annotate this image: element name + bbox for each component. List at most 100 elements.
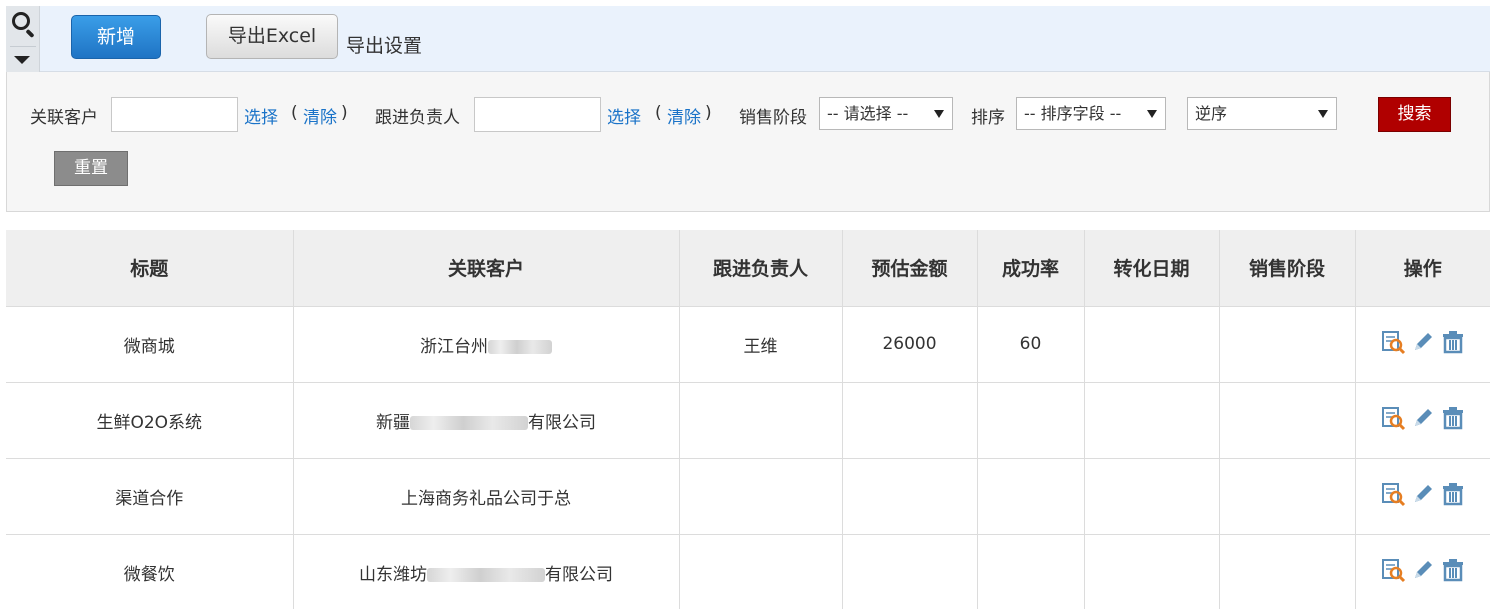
cell-stage bbox=[1219, 382, 1356, 459]
column-header-stage[interactable]: 销售阶段 bbox=[1219, 230, 1356, 307]
redacted-text bbox=[427, 567, 545, 582]
edit-pencil-icon[interactable] bbox=[1410, 557, 1436, 583]
cell-title: 微商城 bbox=[6, 306, 294, 383]
view-detail-icon[interactable] bbox=[1380, 405, 1406, 431]
customer-name-suffix: 有限公司 bbox=[528, 412, 596, 433]
paren-open: ( bbox=[655, 103, 662, 123]
cell-title: 生鲜O2O系统 bbox=[6, 382, 294, 459]
paren-close: ) bbox=[341, 103, 348, 123]
table-row: 微商城 浙江台州 王维 26000 60 bbox=[6, 306, 1490, 383]
cell-actions bbox=[1355, 306, 1490, 383]
cell-actions bbox=[1355, 382, 1490, 459]
customer-select-link[interactable]: 选择 bbox=[244, 103, 278, 128]
column-header-owner[interactable]: 跟进负责人 bbox=[679, 230, 843, 307]
owner-select-link[interactable]: 选择 bbox=[607, 103, 641, 128]
stage-filter-label: 销售阶段 bbox=[739, 108, 807, 128]
dropdown-arrow-icon bbox=[1318, 110, 1328, 118]
dropdown-arrow-icon bbox=[1147, 110, 1157, 118]
column-header-title[interactable]: 标题 bbox=[6, 230, 294, 307]
redacted-text bbox=[488, 339, 552, 354]
paren-open: ( bbox=[291, 103, 298, 123]
cell-owner bbox=[679, 458, 843, 535]
cell-actions bbox=[1355, 534, 1490, 609]
cell-owner bbox=[679, 534, 843, 609]
search-toggle-button[interactable] bbox=[6, 6, 40, 72]
customer-clear-link[interactable]: 清除 bbox=[303, 103, 337, 128]
cell-owner bbox=[679, 382, 843, 459]
search-button[interactable]: 搜索 bbox=[1378, 97, 1451, 132]
cell-owner: 王维 bbox=[679, 306, 843, 383]
customer-filter-input[interactable] bbox=[111, 97, 238, 132]
owner-filter-label: 跟进负责人 bbox=[375, 108, 460, 128]
trash-icon[interactable] bbox=[1440, 329, 1466, 355]
cell-date bbox=[1084, 306, 1220, 383]
cell-amount: 26000 bbox=[842, 306, 978, 383]
cell-amount bbox=[842, 382, 978, 459]
stage-select-value: -- 请选择 -- bbox=[827, 104, 909, 123]
cell-title: 渠道合作 bbox=[6, 458, 294, 535]
view-detail-icon[interactable] bbox=[1380, 481, 1406, 507]
trash-icon[interactable] bbox=[1440, 557, 1466, 583]
trash-icon[interactable] bbox=[1440, 481, 1466, 507]
filter-panel: 关联客户 选择 ( 清除 ) 跟进负责人 选择 ( 清除 ) 销售阶段 -- 请… bbox=[6, 72, 1490, 212]
table-header-row: 标题 关联客户 跟进负责人 预估金额 成功率 转化日期 销售阶段 操作 bbox=[6, 230, 1490, 307]
cell-date bbox=[1084, 534, 1220, 609]
redacted-text bbox=[410, 415, 528, 430]
cell-date bbox=[1084, 458, 1220, 535]
column-header-amount[interactable]: 预估金额 bbox=[842, 230, 978, 307]
sort-field-value: -- 排序字段 -- bbox=[1024, 104, 1122, 123]
cell-date bbox=[1084, 382, 1220, 459]
cell-customer: 山东潍坊 有限公司 bbox=[293, 534, 680, 609]
cell-customer: 上海商务礼品公司于总 bbox=[293, 458, 680, 535]
sort-label: 排序 bbox=[971, 108, 1005, 128]
edit-pencil-icon[interactable] bbox=[1410, 329, 1436, 355]
export-settings-link[interactable]: 导出设置 bbox=[346, 31, 422, 58]
opportunity-table: 标题 关联客户 跟进负责人 预估金额 成功率 转化日期 销售阶段 操作 微商城 … bbox=[6, 230, 1490, 609]
column-header-rate[interactable]: 成功率 bbox=[977, 230, 1085, 307]
cell-customer: 新疆 有限公司 bbox=[293, 382, 680, 459]
edit-pencil-icon[interactable] bbox=[1410, 481, 1436, 507]
caret-down-icon bbox=[14, 56, 30, 64]
column-header-actions: 操作 bbox=[1355, 230, 1490, 307]
cell-actions bbox=[1355, 458, 1490, 535]
dropdown-arrow-icon bbox=[934, 110, 944, 118]
paren-close: ) bbox=[705, 103, 712, 123]
sort-order-value: 逆序 bbox=[1195, 104, 1228, 123]
owner-filter-input[interactable] bbox=[474, 97, 601, 132]
search-icon bbox=[12, 12, 30, 30]
cell-customer: 浙江台州 bbox=[293, 306, 680, 383]
cell-stage bbox=[1219, 306, 1356, 383]
sort-order-select[interactable]: 逆序 bbox=[1187, 97, 1337, 130]
table-row: 生鲜O2O系统 新疆 有限公司 bbox=[6, 382, 1490, 459]
cell-amount bbox=[842, 534, 978, 609]
stage-select[interactable]: -- 请选择 -- bbox=[819, 97, 953, 130]
table-row: 渠道合作 上海商务礼品公司于总 bbox=[6, 458, 1490, 535]
column-header-customer[interactable]: 关联客户 bbox=[293, 230, 680, 307]
view-detail-icon[interactable] bbox=[1380, 329, 1406, 355]
cell-stage bbox=[1219, 458, 1356, 535]
sort-field-select[interactable]: -- 排序字段 -- bbox=[1016, 97, 1166, 130]
customer-name-visible: 浙江台州 bbox=[420, 336, 488, 357]
export-excel-button[interactable]: 导出Excel bbox=[206, 14, 338, 59]
customer-filter-label: 关联客户 bbox=[30, 108, 98, 128]
customer-name-suffix: 有限公司 bbox=[545, 564, 613, 585]
trash-icon[interactable] bbox=[1440, 405, 1466, 431]
customer-name-visible: 新疆 bbox=[376, 412, 410, 433]
add-button[interactable]: 新增 bbox=[71, 15, 161, 59]
customer-name-visible: 山东潍坊 bbox=[359, 564, 427, 585]
cell-rate bbox=[977, 534, 1085, 609]
cell-amount bbox=[842, 458, 978, 535]
cell-stage bbox=[1219, 534, 1356, 609]
cell-rate: 60 bbox=[977, 306, 1085, 383]
table-row: 微餐饮 山东潍坊 有限公司 bbox=[6, 534, 1490, 609]
reset-button[interactable]: 重置 bbox=[54, 151, 128, 186]
edit-pencil-icon[interactable] bbox=[1410, 405, 1436, 431]
cell-rate bbox=[977, 458, 1085, 535]
cell-title: 微餐饮 bbox=[6, 534, 294, 609]
owner-clear-link[interactable]: 清除 bbox=[667, 103, 701, 128]
toggle-divider bbox=[10, 46, 36, 47]
column-header-date[interactable]: 转化日期 bbox=[1084, 230, 1220, 307]
view-detail-icon[interactable] bbox=[1380, 557, 1406, 583]
toolbar: 新增 导出Excel 导出设置 bbox=[6, 6, 1490, 72]
cell-rate bbox=[977, 382, 1085, 459]
